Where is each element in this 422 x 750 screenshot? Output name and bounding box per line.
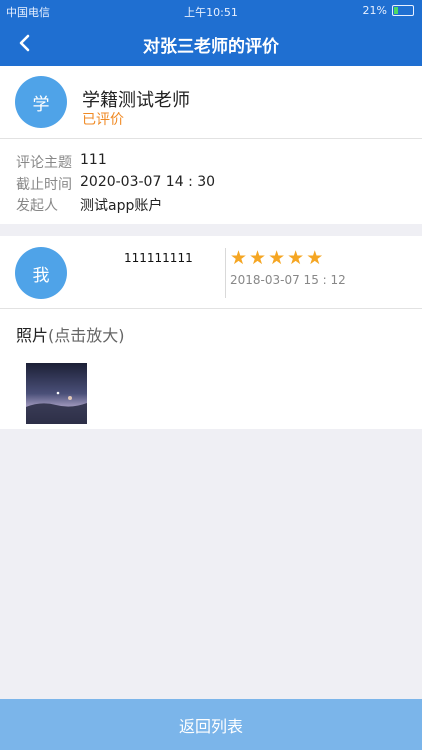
star-rating: ★ ★ ★ ★ ★ <box>230 248 323 268</box>
star-icon: ★ <box>287 247 305 269</box>
photo-section-label: 照片(点击放大) <box>16 322 125 346</box>
comment-card: 我 111111111 ★ ★ ★ ★ ★ 2018-03-07 15 : 12 照片(… <box>0 236 422 429</box>
back-to-list-button[interactable]: 返回列表 <box>0 699 422 750</box>
page-title: 对张三老师的评价 <box>143 37 279 57</box>
info-row-deadline: 截止时间 2020-03-07 14 : 30 <box>16 174 215 194</box>
night-sky-photo <box>26 363 87 424</box>
photo-hint: (点击放大) <box>48 326 125 345</box>
back-button[interactable] <box>10 28 40 58</box>
battery-level <box>394 7 398 14</box>
status-time: 上午10:51 <box>184 6 238 19</box>
topic-label: 评论主题 <box>16 155 72 171</box>
teacher-card: 学 学籍测试老师 已评价 评论主题 111 截止时间 2020-03-07 14… <box>0 66 422 224</box>
deadline-value: 2020-03-07 14 : 30 <box>80 174 216 190</box>
status-bar: 中国电信 上午10:51 21% <box>0 0 422 22</box>
my-avatar: 我 <box>15 247 67 299</box>
review-status: 已评价 <box>82 112 124 128</box>
divider <box>0 138 422 139</box>
app-header: 中国电信 上午10:51 21% 对张三老师的评价 <box>0 0 422 66</box>
star-icon: ★ <box>268 247 286 269</box>
divider <box>0 308 422 309</box>
star-icon: ★ <box>249 247 267 269</box>
status-indicators: 21% <box>363 4 414 17</box>
teacher-avatar: 学 <box>15 76 67 128</box>
comment-text: 111111111 <box>124 251 193 265</box>
chevron-left-icon <box>19 34 30 52</box>
battery-icon <box>392 5 414 16</box>
star-icon: ★ <box>230 247 248 269</box>
photo-thumbnail[interactable] <box>26 363 87 424</box>
info-row-initiator: 发起人 测试app账户 <box>16 195 162 215</box>
battery-percent: 21% <box>362 4 387 17</box>
deadline-label: 截止时间 <box>16 177 72 193</box>
photo-label: 照片 <box>16 326 49 345</box>
vertical-divider <box>225 248 226 298</box>
initiator-value: 测试app账户 <box>80 198 163 214</box>
initiator-label: 发起人 <box>16 198 58 214</box>
star-icon: ★ <box>306 247 324 269</box>
comment-date: 2018-03-07 15 : 12 <box>230 273 346 287</box>
info-row-topic: 评论主题 111 <box>16 152 107 172</box>
topic-value: 111 <box>80 152 107 168</box>
